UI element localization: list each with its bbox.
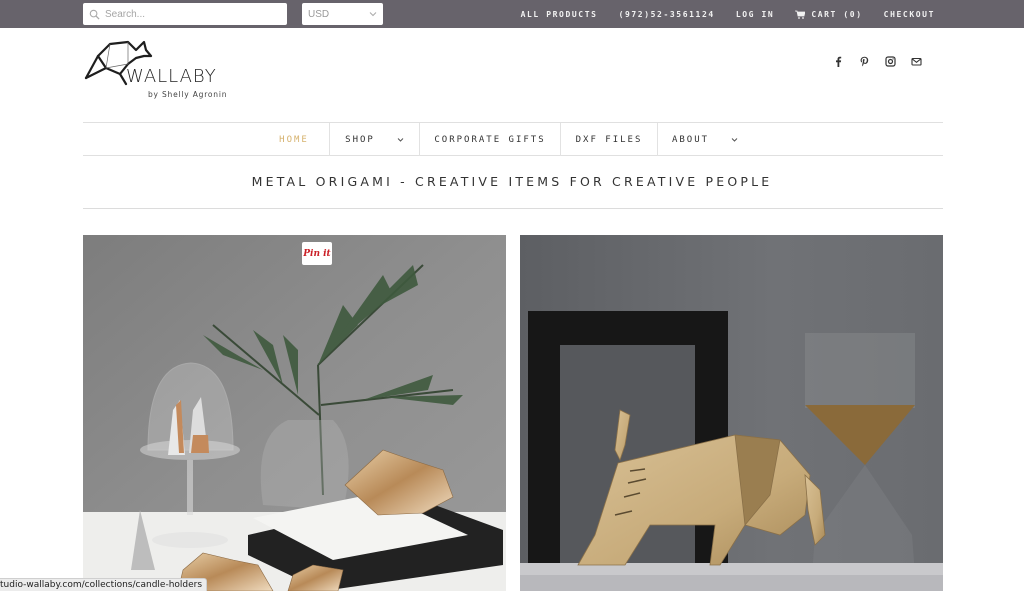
currency-select[interactable]: USD — [302, 3, 383, 25]
nav-about[interactable]: ABOUT — [657, 123, 752, 156]
nav-dxf-files[interactable]: DXF FILES — [560, 123, 657, 156]
product-tile-candle-holders[interactable] — [83, 235, 506, 591]
all-products-link[interactable]: ALL PRODUCTS — [521, 10, 598, 19]
chevron-down-icon — [369, 12, 377, 17]
product-tile-origami-bull[interactable] — [520, 235, 943, 591]
search-icon — [89, 9, 100, 20]
candle-holders-photo — [83, 235, 506, 591]
search-box[interactable] — [83, 3, 287, 25]
social-links — [832, 55, 923, 68]
facebook-icon — [836, 56, 842, 67]
search-input[interactable] — [105, 8, 275, 20]
browser-status-bar: tudio-wallaby.com/collections/candle-hol… — [0, 578, 208, 591]
pinterest-link[interactable] — [858, 55, 871, 68]
facebook-link[interactable] — [832, 55, 845, 68]
instagram-link[interactable] — [884, 55, 897, 68]
email-link[interactable] — [910, 55, 923, 68]
top-links: ALL PRODUCTS (972)52-3561124 LOG IN CART… — [500, 0, 935, 28]
nav-corporate-gifts-label: CORPORATE GIFTS — [434, 134, 546, 145]
checkout-link[interactable]: CHECKOUT — [884, 10, 935, 19]
phone-link[interactable]: (972)52-3561124 — [619, 10, 715, 19]
cart-link[interactable]: CART (0) — [795, 10, 862, 19]
cart-label: CART (0) — [811, 9, 863, 19]
logo[interactable]: WALLABY by Shelly Agronin — [84, 38, 254, 104]
nav-home-label: HOME — [279, 134, 309, 145]
email-icon — [911, 57, 922, 66]
instagram-icon — [885, 56, 896, 67]
chevron-down-icon — [731, 138, 738, 142]
pin-it-button[interactable]: Pin it — [302, 242, 332, 265]
brand-byline: by Shelly Agronin — [148, 90, 228, 99]
pinterest-icon — [860, 56, 869, 67]
nav-corporate-gifts[interactable]: CORPORATE GIFTS — [419, 123, 560, 156]
nav-shop-label: SHOP — [345, 134, 375, 145]
divider — [83, 208, 943, 209]
origami-bull-photo — [520, 235, 943, 591]
site-tagline: METAL ORIGAMI - CREATIVE ITEMS FOR CREAT… — [251, 174, 773, 189]
currency-value: USD — [308, 8, 330, 20]
login-link[interactable]: LOG IN — [736, 10, 775, 19]
cart-icon — [795, 10, 806, 19]
nav-shop[interactable]: SHOP — [329, 123, 419, 156]
nav-about-label: ABOUT — [671, 134, 710, 145]
nav-dxf-files-label: DXF FILES — [575, 134, 643, 145]
top-bar: USD ALL PRODUCTS (972)52-3561124 LOG IN … — [0, 0, 1024, 28]
brand-name: WALLABY — [126, 66, 217, 87]
chevron-down-icon — [397, 138, 404, 142]
nav-home[interactable]: HOME — [259, 123, 329, 156]
main-nav: HOME SHOP CORPORATE GIFTS DXF FILES ABOU… — [83, 122, 943, 156]
